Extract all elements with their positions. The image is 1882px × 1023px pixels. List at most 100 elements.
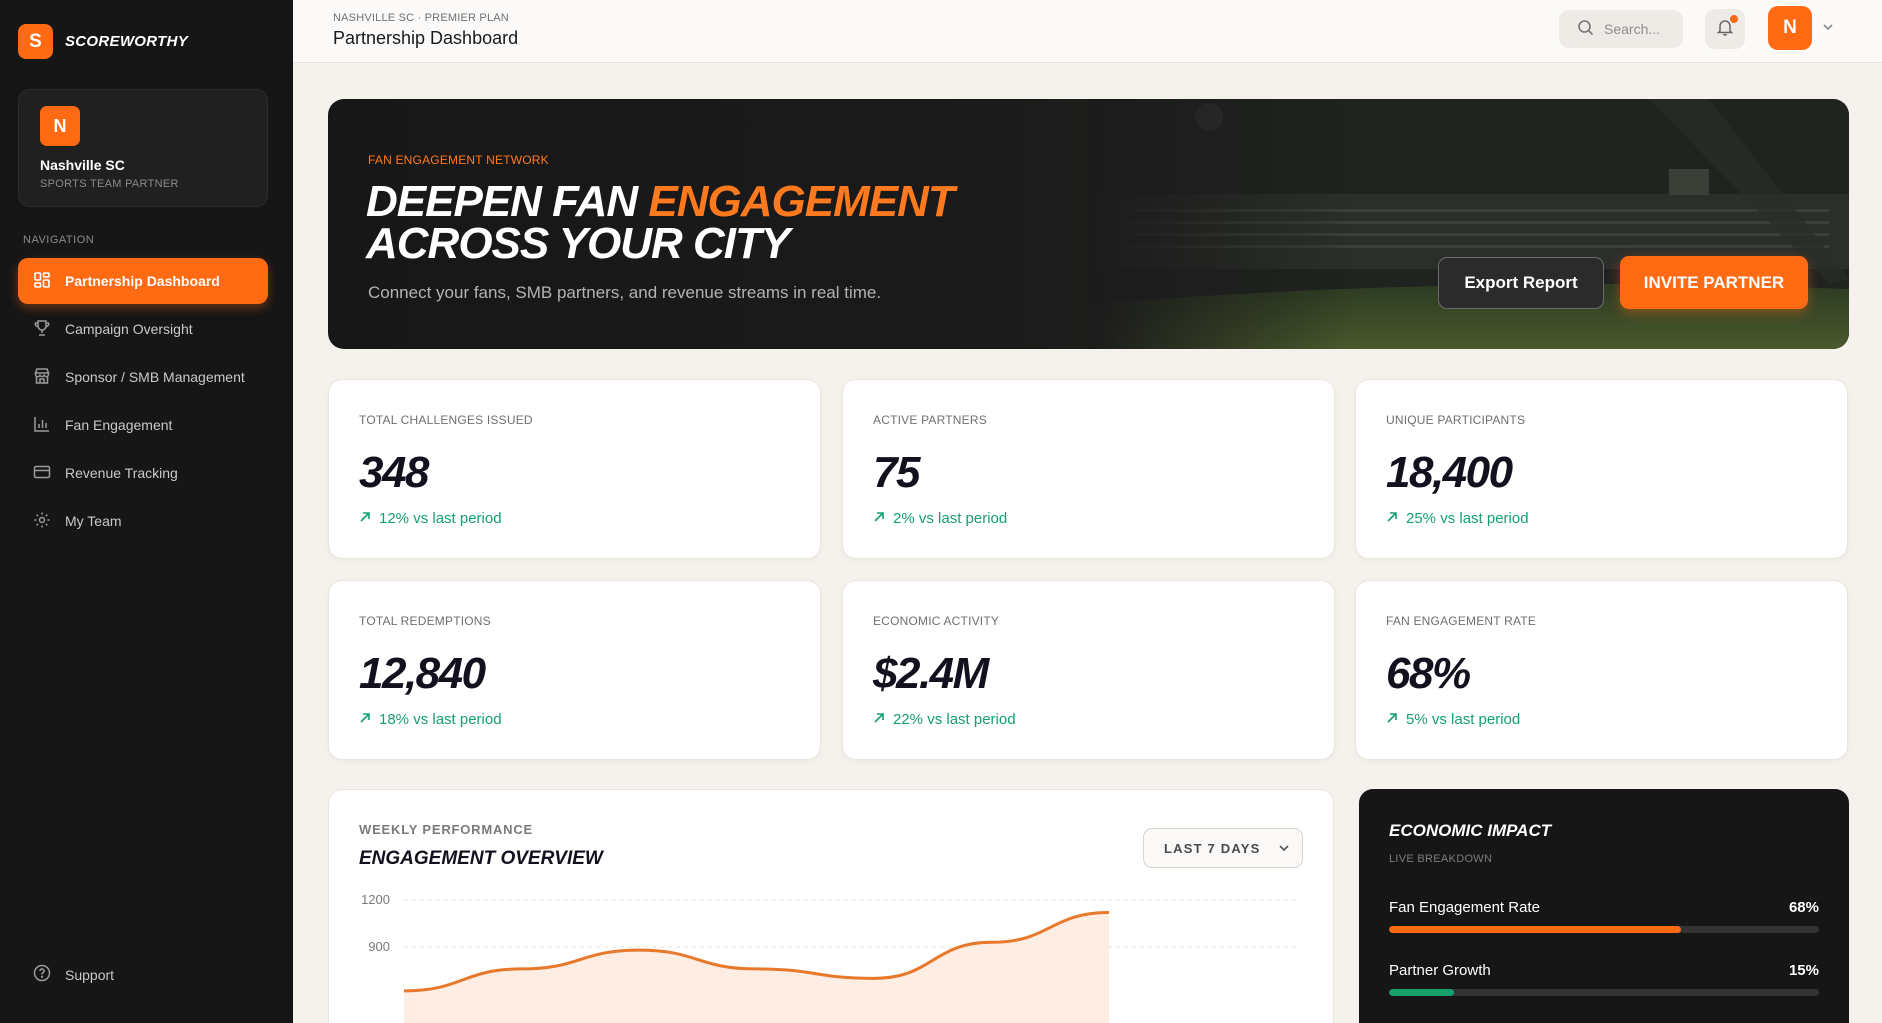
- brand-name: SCOREWORTHY: [65, 33, 189, 50]
- sidebar-item-label: Fan Engagement: [65, 417, 173, 433]
- stat-delta-text: 25% vs last period: [1406, 510, 1529, 527]
- support-link[interactable]: Support: [33, 964, 114, 985]
- trend-up-icon: [359, 711, 371, 728]
- search-icon: [1577, 19, 1594, 39]
- impact-subtitle: LIVE BREAKDOWN: [1389, 853, 1493, 865]
- stat-value: 12,840: [359, 649, 486, 698]
- hero-subtitle: Connect your fans, SMB partners, and rev…: [368, 283, 882, 302]
- team-name: Nashville SC: [40, 157, 125, 173]
- impact-metric-partner-growth: Partner Growth 15%: [1389, 962, 1819, 996]
- stat-card-fan-engagement-rate: FAN ENGAGEMENT RATE 68% 5% vs last perio…: [1355, 580, 1848, 760]
- metric-value: 68%: [1788, 899, 1819, 916]
- store-icon: [33, 367, 51, 388]
- stat-delta: 2% vs last period: [873, 510, 1007, 527]
- notifications-button[interactable]: [1705, 9, 1745, 49]
- sidebar-nav: Partnership Dashboard Campaign Oversight…: [18, 258, 268, 546]
- chevron-down-icon[interactable]: [1821, 20, 1835, 39]
- support-label: Support: [65, 966, 115, 983]
- economic-impact-card: ECONOMIC IMPACT LIVE BREAKDOWN Fan Engag…: [1359, 789, 1849, 1023]
- trend-up-icon: [359, 510, 371, 527]
- brand[interactable]: S SCOREWORTHY: [18, 24, 188, 59]
- trophy-icon: [33, 319, 51, 340]
- hero-title-line2: ACROSS YOUR CITY: [366, 219, 790, 268]
- dashboard-grid-icon: [33, 271, 51, 292]
- stat-label: FAN ENGAGEMENT RATE: [1386, 614, 1537, 628]
- stat-card-economic-activity: ECONOMIC ACTIVITY $2.4M 22% vs last peri…: [842, 580, 1335, 760]
- stadium-background: [1089, 99, 1849, 349]
- gear-icon: [33, 511, 51, 532]
- chevron-down-icon: [1278, 842, 1290, 857]
- stat-label: TOTAL REDEMPTIONS: [359, 614, 491, 628]
- stat-delta: 18% vs last period: [359, 711, 502, 728]
- notification-dot: [1730, 15, 1738, 23]
- sidebar-item-my-team[interactable]: My Team: [18, 498, 268, 544]
- metric-bar-fill: [1389, 989, 1454, 996]
- stat-delta-text: 18% vs last period: [379, 711, 502, 728]
- sidebar-item-label: Partnership Dashboard: [65, 273, 220, 289]
- nav-heading: NAVIGATION: [23, 234, 95, 246]
- stat-card-active-partners: ACTIVE PARTNERS 75 2% vs last period: [842, 379, 1335, 559]
- stat-delta: 12% vs last period: [359, 510, 502, 527]
- chart-title: ENGAGEMENT OVERVIEW: [359, 848, 603, 869]
- stat-card-total-redemptions: TOTAL REDEMPTIONS 12,840 18% vs last per…: [328, 580, 821, 760]
- stat-delta: 25% vs last period: [1386, 510, 1529, 527]
- metric-label: Fan Engagement Rate: [1389, 899, 1540, 916]
- stat-label: ACTIVE PARTNERS: [873, 413, 987, 427]
- sidebar-item-label: Sponsor / SMB Management: [65, 369, 245, 385]
- date-range-select[interactable]: LAST 7 DAYS: [1143, 828, 1303, 868]
- stat-value: 18,400: [1386, 448, 1513, 497]
- stat-card-unique-participants: UNIQUE PARTICIPANTS 18,400 25% vs last p…: [1355, 379, 1848, 559]
- hero-eyebrow: FAN ENGAGEMENT NETWORK: [368, 153, 549, 167]
- sidebar-item-revenue-tracking[interactable]: Revenue Tracking: [18, 450, 268, 496]
- help-circle-icon: [33, 964, 51, 985]
- y-tick-label: 900: [368, 939, 390, 954]
- sidebar-item-campaign-oversight[interactable]: Campaign Oversight: [18, 306, 268, 352]
- impact-title: ECONOMIC IMPACT: [1389, 821, 1552, 840]
- stat-label: TOTAL CHALLENGES ISSUED: [359, 413, 533, 427]
- metric-value: 15%: [1788, 962, 1819, 979]
- search-placeholder: Search...: [1604, 21, 1661, 37]
- chart-eyebrow: WEEKLY PERFORMANCE: [359, 822, 534, 837]
- stat-value: 68%: [1386, 649, 1471, 698]
- export-report-button[interactable]: Export Report: [1438, 257, 1604, 309]
- stat-card-total-challenges: TOTAL CHALLENGES ISSUED 348 12% vs last …: [328, 379, 821, 559]
- brand-logo: S: [18, 24, 53, 59]
- team-avatar: N: [40, 106, 80, 146]
- stat-delta-text: 22% vs last period: [893, 711, 1016, 728]
- metric-bar-track: [1389, 926, 1819, 933]
- date-range-label: LAST 7 DAYS: [1164, 840, 1261, 856]
- metric-label: Partner Growth: [1389, 962, 1491, 979]
- metric-bar-fill: [1389, 926, 1682, 933]
- stat-value: 348: [359, 448, 429, 497]
- stat-label: UNIQUE PARTICIPANTS: [1386, 413, 1526, 427]
- hero-banner: FAN ENGAGEMENT NETWORK DEEPEN FAN ENGAGE…: [328, 99, 1849, 349]
- engagement-overview-card: WEEKLY PERFORMANCE ENGAGEMENT OVERVIEW L…: [328, 789, 1334, 1023]
- trend-up-icon: [873, 711, 885, 728]
- sidebar-item-label: Campaign Oversight: [65, 321, 193, 337]
- team-subtitle: SPORTS TEAM PARTNER: [40, 178, 179, 190]
- sidebar-item-sponsor-smb-management[interactable]: Sponsor / SMB Management: [18, 354, 268, 400]
- stat-delta-text: 2% vs last period: [893, 510, 1008, 527]
- trend-up-icon: [1386, 711, 1398, 728]
- metric-bar-track: [1389, 989, 1819, 996]
- invite-partner-button[interactable]: INVITE PARTNER: [1620, 256, 1808, 309]
- sidebar: S SCOREWORTHY N Nashville SC SPORTS TEAM…: [0, 0, 293, 1023]
- hero-title: DEEPEN FAN ENGAGEMENT ACROSS YOUR CITY: [366, 180, 955, 268]
- search-input[interactable]: Search...: [1559, 10, 1683, 48]
- trend-up-icon: [873, 510, 885, 527]
- team-card[interactable]: N Nashville SC SPORTS TEAM PARTNER: [18, 89, 268, 207]
- sidebar-item-label: Revenue Tracking: [65, 465, 178, 481]
- sidebar-item-label: My Team: [65, 513, 122, 529]
- sidebar-item-partnership-dashboard[interactable]: Partnership Dashboard: [18, 258, 268, 304]
- bar-chart-icon: [33, 415, 51, 436]
- engagement-chart: 1200 900: [361, 892, 1299, 1023]
- stat-delta-text: 12% vs last period: [379, 510, 502, 527]
- impact-metric-fan-engagement: Fan Engagement Rate 68%: [1389, 899, 1819, 933]
- page-title: Partnership Dashboard: [333, 28, 519, 48]
- stat-value: $2.4M: [873, 649, 989, 698]
- user-avatar[interactable]: N: [1768, 6, 1812, 50]
- stat-delta: 22% vs last period: [873, 711, 1016, 728]
- credit-card-icon: [33, 463, 51, 484]
- sidebar-item-fan-engagement[interactable]: Fan Engagement: [18, 402, 268, 448]
- trend-up-icon: [1386, 510, 1398, 527]
